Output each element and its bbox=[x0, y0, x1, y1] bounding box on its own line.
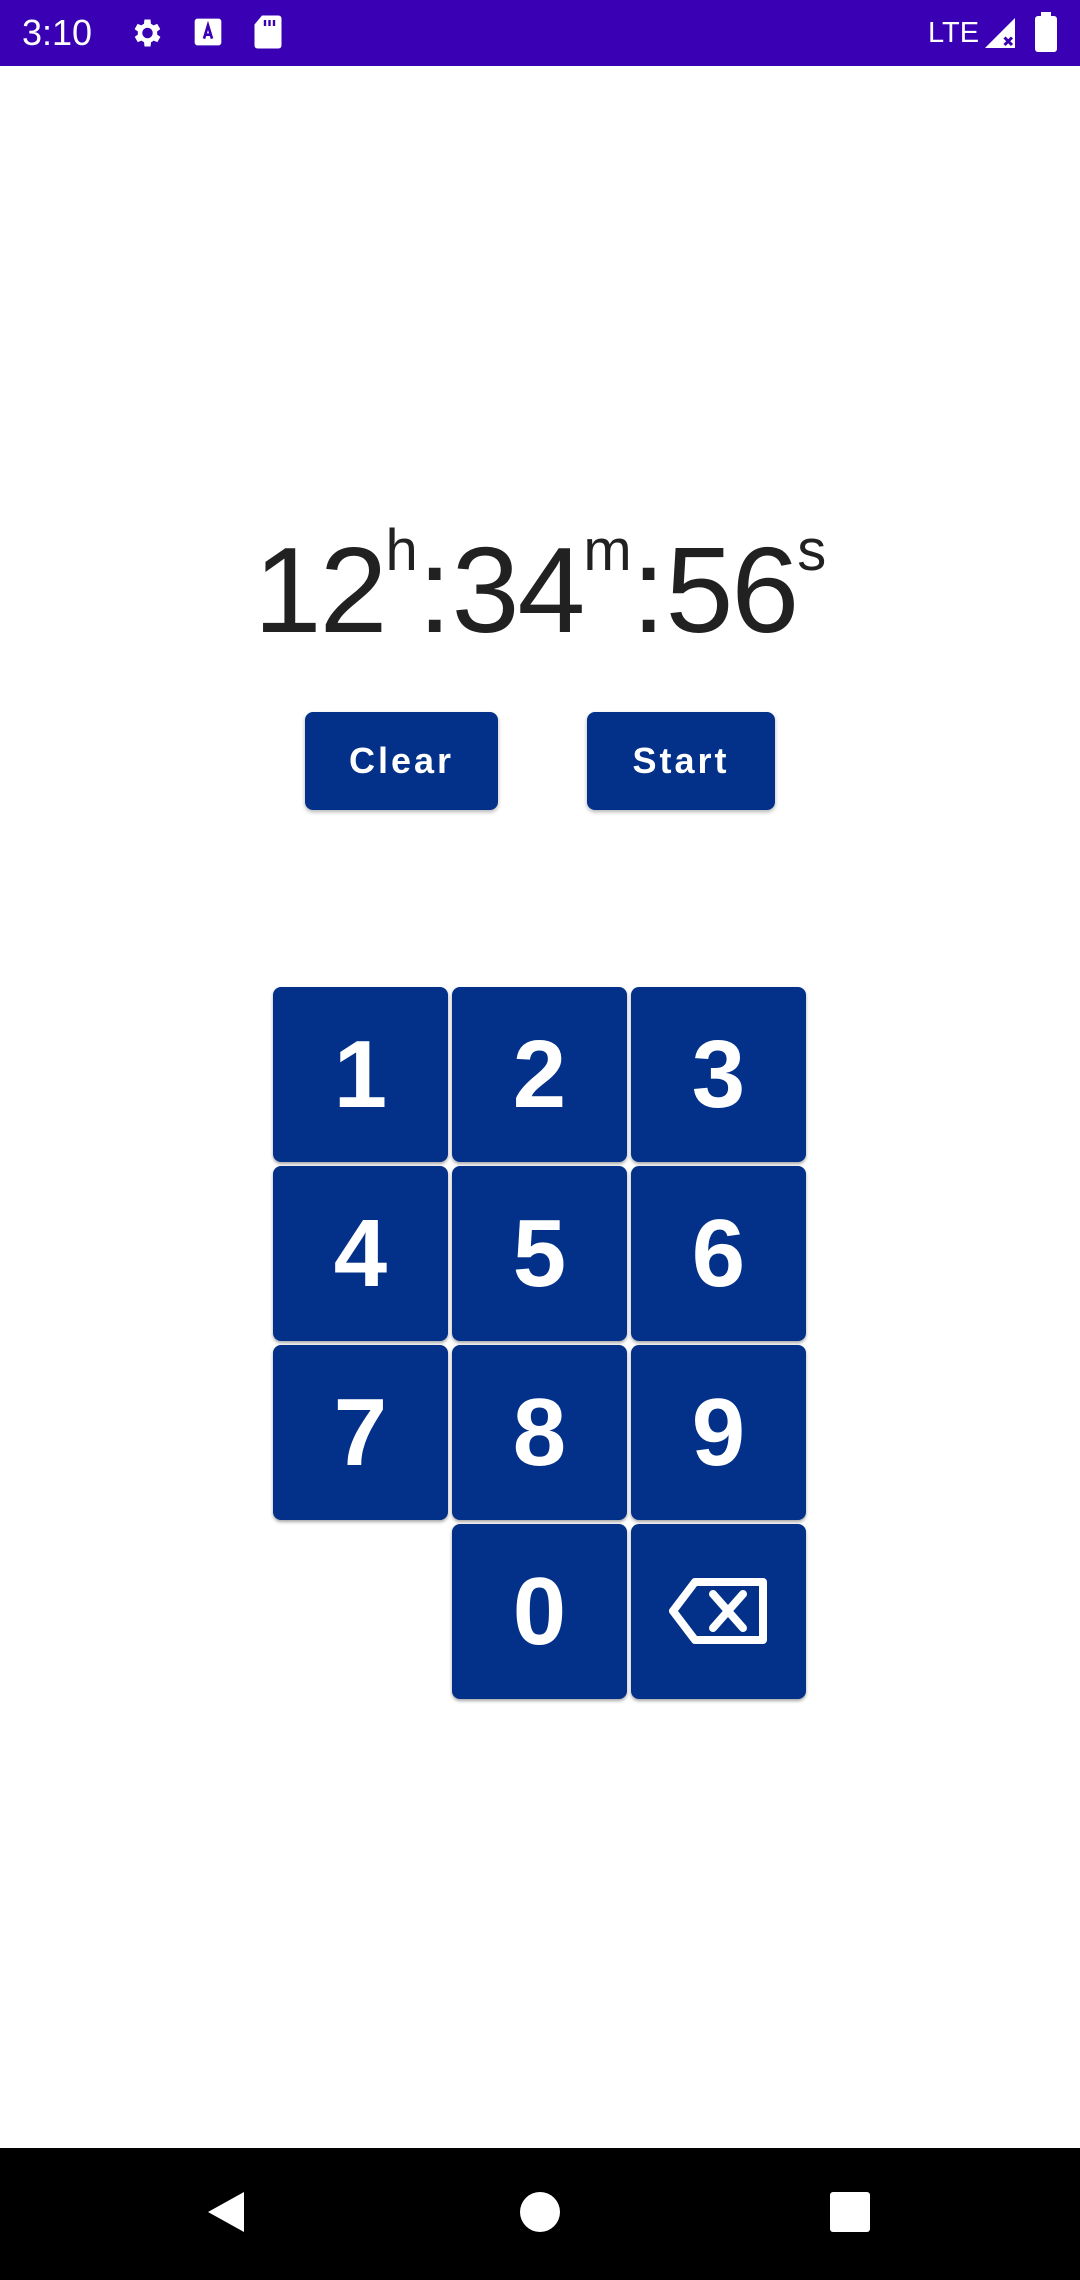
backspace-button[interactable] bbox=[631, 1524, 806, 1699]
clear-button[interactable]: Clear bbox=[305, 712, 498, 810]
key-label: 1 bbox=[333, 1020, 388, 1128]
key-0[interactable]: 0 bbox=[452, 1524, 627, 1699]
timer-separator: : bbox=[417, 522, 452, 658]
key-5[interactable]: 5 bbox=[452, 1166, 627, 1341]
key-7[interactable]: 7 bbox=[273, 1345, 448, 1520]
key-9[interactable]: 9 bbox=[631, 1345, 806, 1520]
timer-hours: 12 bbox=[253, 522, 388, 658]
key-6[interactable]: 6 bbox=[631, 1166, 806, 1341]
backspace-icon bbox=[668, 1557, 769, 1667]
clear-button-label: Clear bbox=[348, 740, 455, 781]
timer-hours-unit: h bbox=[385, 518, 418, 583]
start-button[interactable]: Start bbox=[587, 712, 775, 810]
start-button-label: Start bbox=[632, 740, 730, 781]
back-button[interactable] bbox=[146, 2148, 306, 2280]
key-label: 8 bbox=[512, 1378, 567, 1486]
key-label: 3 bbox=[691, 1020, 746, 1128]
key-label: 4 bbox=[333, 1199, 388, 1307]
gear-icon bbox=[128, 15, 164, 56]
timer-minutes: 34 bbox=[451, 522, 586, 658]
back-icon bbox=[204, 2188, 248, 2241]
signal-icon bbox=[982, 15, 1018, 56]
key-label: 6 bbox=[691, 1199, 746, 1307]
network-type: LTE bbox=[928, 17, 980, 49]
key-2[interactable]: 2 bbox=[452, 987, 627, 1162]
font-download-icon bbox=[192, 16, 224, 53]
key-8[interactable]: 8 bbox=[452, 1345, 627, 1520]
key-label: 2 bbox=[512, 1020, 567, 1128]
key-3[interactable]: 3 bbox=[631, 987, 806, 1162]
timer-display: 12 h : 34 m : 56 s bbox=[0, 520, 1080, 660]
status-time: 3:10 bbox=[22, 12, 93, 53]
timer-seconds: 56 bbox=[665, 522, 800, 658]
navigation-bar bbox=[0, 2148, 1080, 2280]
status-bar: 3:10 LTE bbox=[0, 0, 1080, 66]
key-1[interactable]: 1 bbox=[273, 987, 448, 1162]
recents-icon bbox=[829, 2191, 871, 2238]
battery-icon bbox=[1034, 12, 1058, 57]
recents-button[interactable] bbox=[770, 2148, 930, 2280]
timer-minutes-unit: m bbox=[583, 518, 632, 583]
sd-card-icon bbox=[252, 14, 284, 55]
key-4[interactable]: 4 bbox=[273, 1166, 448, 1341]
home-button[interactable] bbox=[460, 2148, 620, 2280]
key-label: 7 bbox=[333, 1378, 388, 1486]
home-icon bbox=[518, 2190, 562, 2239]
timer-separator: : bbox=[631, 522, 666, 658]
key-label: 0 bbox=[512, 1557, 567, 1665]
key-label: 9 bbox=[691, 1378, 746, 1486]
timer-seconds-unit: s bbox=[797, 518, 827, 583]
key-label: 5 bbox=[512, 1199, 567, 1307]
